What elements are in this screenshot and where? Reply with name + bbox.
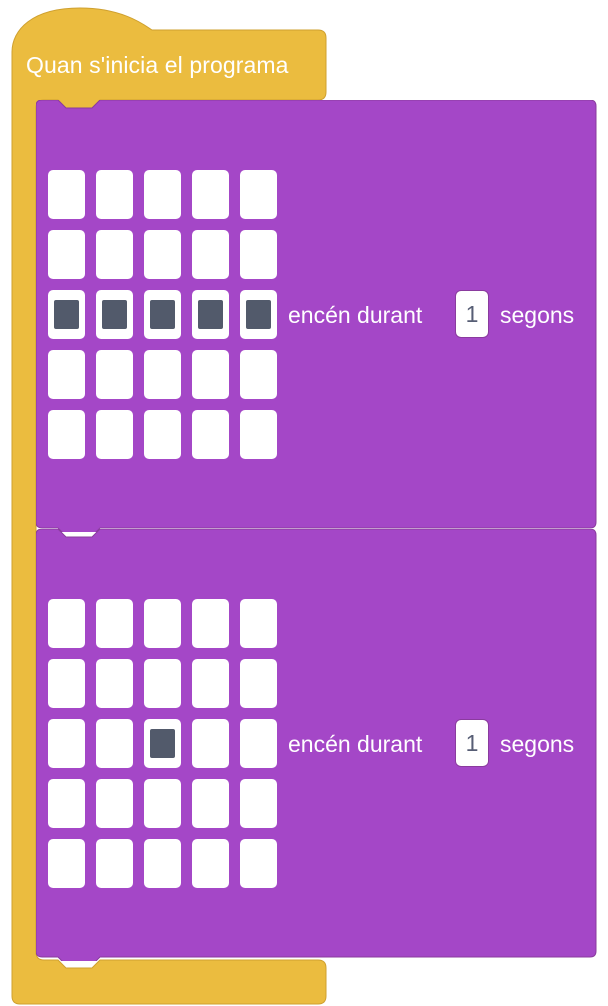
block-2-label-before: encén durant [288, 731, 423, 757]
led-cell-r2-c4[interactable] [192, 659, 229, 708]
block-1-label-after: segons [500, 302, 575, 328]
led-cell-r2-c2[interactable] [96, 659, 133, 708]
script-canvas: Quan s'inicia el programa encén durant 1… [0, 0, 608, 1006]
led-matrix-2 [48, 599, 277, 888]
led-cell-r4-c5[interactable] [240, 779, 277, 828]
led-matrix-1 [48, 170, 277, 459]
led-cell-r5-c5[interactable] [240, 839, 277, 888]
led-cell-r1-c1[interactable] [48, 170, 85, 219]
led-cell-r3-c2[interactable] [96, 719, 133, 768]
led-cell-r2-c2[interactable] [96, 230, 133, 279]
led-cell-r5-c2[interactable] [96, 839, 133, 888]
led-cell-r4-c2[interactable] [96, 779, 133, 828]
led-cell-r2-c3[interactable] [144, 659, 181, 708]
led-cell-r3-c2[interactable] [96, 290, 133, 339]
led-cell-r2-c1[interactable] [48, 230, 85, 279]
led-cell-r3-c3[interactable] [144, 290, 181, 339]
led-cell-r2-c4[interactable] [192, 230, 229, 279]
led-cell-r5-c3[interactable] [144, 410, 181, 459]
led-cell-r1-c5[interactable] [240, 599, 277, 648]
led-cell-r1-c3[interactable] [144, 170, 181, 219]
led-cell-r2-c1[interactable] [48, 659, 85, 708]
led-cell-r4-c4[interactable] [192, 779, 229, 828]
led-cell-r4-c3[interactable] [144, 779, 181, 828]
led-cell-r5-c4[interactable] [192, 410, 229, 459]
show-leds-block-2[interactable]: encén durant 1 segons [36, 529, 597, 961]
led-cell-r5-c1[interactable] [48, 410, 85, 459]
duration-input-2[interactable]: 1 [455, 719, 489, 767]
led-cell-r1-c1[interactable] [48, 599, 85, 648]
duration-input-1[interactable]: 1 [455, 290, 489, 338]
led-cell-r4-c1[interactable] [48, 350, 85, 399]
led-cell-r2-c3[interactable] [144, 230, 181, 279]
block-2-label-after: segons [500, 731, 575, 757]
led-cell-r4-c3[interactable] [144, 350, 181, 399]
led-cell-r4-c2[interactable] [96, 350, 133, 399]
led-cell-r5-c1[interactable] [48, 839, 85, 888]
led-cell-r1-c2[interactable] [96, 170, 133, 219]
hat-block-label: Quan s'inicia el programa [26, 52, 289, 78]
led-cell-r5-c5[interactable] [240, 410, 277, 459]
led-cell-r1-c5[interactable] [240, 170, 277, 219]
led-cell-r5-c2[interactable] [96, 410, 133, 459]
block-1-label-before: encén durant [288, 302, 423, 328]
led-cell-r1-c4[interactable] [192, 170, 229, 219]
led-cell-r4-c4[interactable] [192, 350, 229, 399]
led-cell-r3-c4[interactable] [192, 290, 229, 339]
led-cell-r5-c3[interactable] [144, 839, 181, 888]
led-cell-r4-c5[interactable] [240, 350, 277, 399]
led-cell-r3-c1[interactable] [48, 290, 85, 339]
led-cell-r1-c2[interactable] [96, 599, 133, 648]
led-cell-r2-c5[interactable] [240, 230, 277, 279]
led-cell-r3-c5[interactable] [240, 719, 277, 768]
led-cell-r3-c4[interactable] [192, 719, 229, 768]
led-cell-r4-c1[interactable] [48, 779, 85, 828]
led-cell-r5-c4[interactable] [192, 839, 229, 888]
led-cell-r1-c3[interactable] [144, 599, 181, 648]
show-leds-block-1[interactable]: encén durant 1 segons [36, 100, 597, 532]
led-cell-r1-c4[interactable] [192, 599, 229, 648]
led-cell-r3-c1[interactable] [48, 719, 85, 768]
led-cell-r3-c5[interactable] [240, 290, 277, 339]
led-cell-r3-c3[interactable] [144, 719, 181, 768]
led-cell-r2-c5[interactable] [240, 659, 277, 708]
